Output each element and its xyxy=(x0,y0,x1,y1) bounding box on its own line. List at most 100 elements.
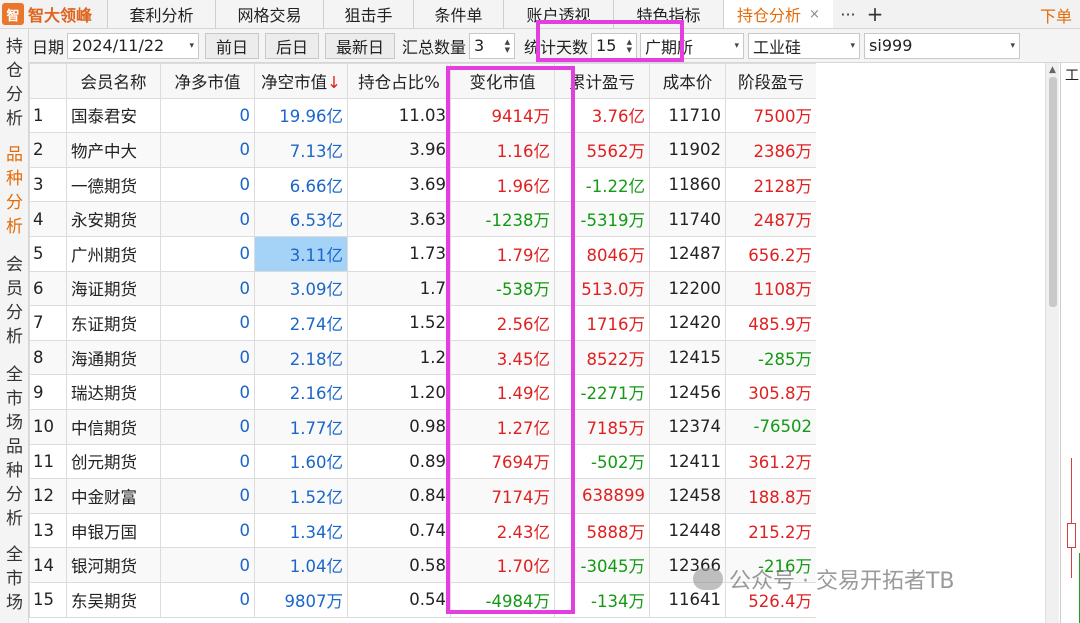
tab-position-analysis[interactable]: 持仓分析 × xyxy=(723,0,833,28)
table-row[interactable]: 1 国泰君安 0 19.96亿 11.03 9414万 3.76亿 11710 7500万 xyxy=(29,97,816,134)
table-row[interactable]: 6 海证期货 0 3.09亿 1.7 -538万 513.0万 12200 1108万 xyxy=(29,270,816,307)
col-header-net-long[interactable]: 净多市值 xyxy=(160,63,255,99)
position-ratio: 0.84 xyxy=(347,478,451,514)
change-value: 9414万 xyxy=(450,97,555,134)
product-select[interactable]: 工业硅 ▾ xyxy=(748,32,861,59)
tab-conditional-order[interactable]: 条件单 xyxy=(413,0,503,28)
cost-price: 11710 xyxy=(649,97,726,134)
tab-label: 狙击手 xyxy=(344,6,393,25)
exchange-value: 广期所 xyxy=(645,37,694,57)
date-picker[interactable]: 2024/11/22 ▾ xyxy=(67,32,200,59)
col-header-index xyxy=(29,63,67,99)
nav-char: 分 xyxy=(6,485,23,505)
stage-pnl: 485.9万 xyxy=(725,305,816,341)
position-ratio: 1.20 xyxy=(347,374,451,410)
col-header-stage-pnl[interactable]: 阶段盈亏 xyxy=(725,63,816,99)
col-header-cost[interactable]: 成本价 xyxy=(649,63,726,99)
table-row[interactable]: 9 瑞达期货 0 2.16亿 1.20 1.49亿 -2271万 12456 305.8万 xyxy=(29,374,816,410)
table-row[interactable]: 4 永安期货 0 6.53亿 3.63 -1238万 -5319万 11740 2487万 xyxy=(29,201,816,237)
tab-label: 持仓分析 xyxy=(737,6,802,25)
close-icon[interactable]: × xyxy=(809,7,820,22)
net-long-value: 0 xyxy=(160,339,255,376)
cost-price: 12448 xyxy=(649,512,726,549)
cumulative-pnl: 638899 xyxy=(554,478,650,514)
cumulative-pnl: 8522万 xyxy=(554,339,650,376)
net-short-value: 1.52亿 xyxy=(254,478,348,514)
cost-price: 11902 xyxy=(649,132,726,168)
net-short-value: 1.04亿 xyxy=(254,547,348,583)
cumulative-pnl: 1716万 xyxy=(554,305,650,341)
tab-account-view[interactable]: 账户透视 xyxy=(503,0,613,28)
nav-position-analysis[interactable]: 持 仓 分 析 xyxy=(0,29,29,137)
stage-pnl: 1108万 xyxy=(725,270,816,307)
app-name: 智大领峰 xyxy=(28,6,93,25)
net-short-value: 1.60亿 xyxy=(254,443,348,480)
sum-count-stepper[interactable]: 3 ▲ ▼ xyxy=(469,32,516,59)
table-row[interactable]: 12 中金财富 0 1.52亿 0.84 7174万 638899 12458 188.8万 xyxy=(29,478,816,514)
net-short-value: 9807万 xyxy=(254,581,348,618)
member-name: 东证期货 xyxy=(66,305,161,341)
member-name: 海通期货 xyxy=(66,339,161,376)
scroll-thumb[interactable] xyxy=(1049,77,1057,307)
nav-market-product-analysis[interactable]: 全 市 场 品 种 分 析 xyxy=(0,357,29,537)
net-long-value: 0 xyxy=(160,132,255,168)
cumulative-pnl: -2271万 xyxy=(554,374,650,410)
side-chart: 工 xyxy=(1060,63,1080,623)
tab-grid-trading[interactable]: 网格交易 xyxy=(215,0,323,28)
filter-toolbar: 日期 2024/11/22 ▾ 前日 后日 最新日 汇总数量 3 ▲ ▼ 统计天数… xyxy=(29,29,1080,63)
candle-wick xyxy=(1071,458,1072,578)
nav-product-analysis[interactable]: 品 种 分 析 xyxy=(0,137,29,247)
sort-desc-icon: ↓ xyxy=(327,72,341,92)
add-tab-icon[interactable]: + xyxy=(863,0,887,28)
change-value: 7174万 xyxy=(450,478,555,514)
nav-member-analysis[interactable]: 会 员 分 析 xyxy=(0,247,29,357)
tab-label: 网格交易 xyxy=(237,6,302,25)
net-long-value: 0 xyxy=(160,166,255,203)
more-tabs-icon[interactable]: ··· xyxy=(833,0,863,28)
vertical-scrollbar[interactable]: ▲ xyxy=(1045,63,1059,623)
table-row[interactable]: 5 广州期货 0 3.11亿 1.73 1.79亿 8046万 12487 656.2万 xyxy=(29,235,816,272)
stat-days-stepper[interactable]: 15 ▲ ▼ xyxy=(591,32,638,59)
net-short-value: 6.66亿 xyxy=(254,166,348,203)
exchange-select[interactable]: 广期所 ▾ xyxy=(640,32,745,59)
table-row[interactable]: 11 创元期货 0 1.60亿 0.89 7694万 -502万 12411 361.2万 xyxy=(29,443,816,480)
table-row[interactable]: 8 海通期货 0 2.18亿 1.2 3.45亿 8522万 12415 -285万 xyxy=(29,339,816,376)
member-name: 银河期货 xyxy=(66,547,161,583)
col-header-change[interactable]: 变化市值 xyxy=(450,63,555,99)
table-row[interactable]: 7 东证期货 0 2.74亿 1.52 2.56亿 1716万 12420 485.9万 xyxy=(29,305,816,341)
stage-pnl: 2386万 xyxy=(725,132,816,168)
col-header-net-short[interactable]: 净空市值↓ xyxy=(254,63,348,99)
latest-day-button[interactable]: 最新日 xyxy=(325,32,396,59)
row-index: 3 xyxy=(29,166,67,203)
chevron-down-icon: ▾ xyxy=(1010,40,1016,51)
col-header-ratio[interactable]: 持仓占比% xyxy=(347,63,451,99)
stat-days-label: 统计天数 xyxy=(524,37,589,57)
tab-special-indicators[interactable]: 特色指标 xyxy=(613,0,723,28)
place-order-button[interactable]: 下单 xyxy=(1040,3,1072,27)
cumulative-pnl: -502万 xyxy=(554,443,650,480)
col-header-member[interactable]: 会员名称 xyxy=(66,63,161,99)
col-header-cumulative-pnl[interactable]: 累计盈亏 xyxy=(554,63,650,99)
next-day-button[interactable]: 后日 xyxy=(265,32,320,59)
row-index: 13 xyxy=(29,512,67,549)
row-index: 7 xyxy=(29,305,67,341)
table-row[interactable]: 10 中信期货 0 1.77亿 0.98 1.27亿 7185万 12374 -76502 xyxy=(29,408,816,445)
contract-select[interactable]: si999 ▾ xyxy=(864,32,1021,59)
tab-arbitrage[interactable]: 套利分析 xyxy=(107,0,215,28)
prev-day-button[interactable]: 前日 xyxy=(205,32,260,59)
scroll-up-icon[interactable]: ▲ xyxy=(1049,65,1056,75)
net-long-value: 0 xyxy=(160,374,255,410)
cumulative-pnl: 5888万 xyxy=(554,512,650,549)
stage-pnl: 656.2万 xyxy=(725,235,816,272)
net-short-value: 19.96亿 xyxy=(254,97,348,134)
nav-char: 品 xyxy=(6,437,23,457)
net-long-value: 0 xyxy=(160,512,255,549)
table-row[interactable]: 13 申银万国 0 1.34亿 0.74 2.43亿 5888万 12448 215.2万 xyxy=(29,512,816,549)
table-row[interactable]: 2 物产中大 0 7.13亿 3.96 1.16亿 5562万 11902 2386万 xyxy=(29,132,816,168)
table-row[interactable]: 3 一德期货 0 6.66亿 3.69 1.96亿 -1.22亿 11860 2128万 xyxy=(29,166,816,203)
position-table: 会员名称 净多市值 净空市值↓ 持仓占比% 变化市值 累计盈亏 成本价 阶段盈亏… xyxy=(29,63,816,618)
change-value: 7694万 xyxy=(450,443,555,480)
tab-sniper[interactable]: 狙击手 xyxy=(323,0,413,28)
cumulative-pnl: -134万 xyxy=(554,581,650,618)
nav-market-member-analysis[interactable]: 全 市 场 xyxy=(0,537,29,617)
